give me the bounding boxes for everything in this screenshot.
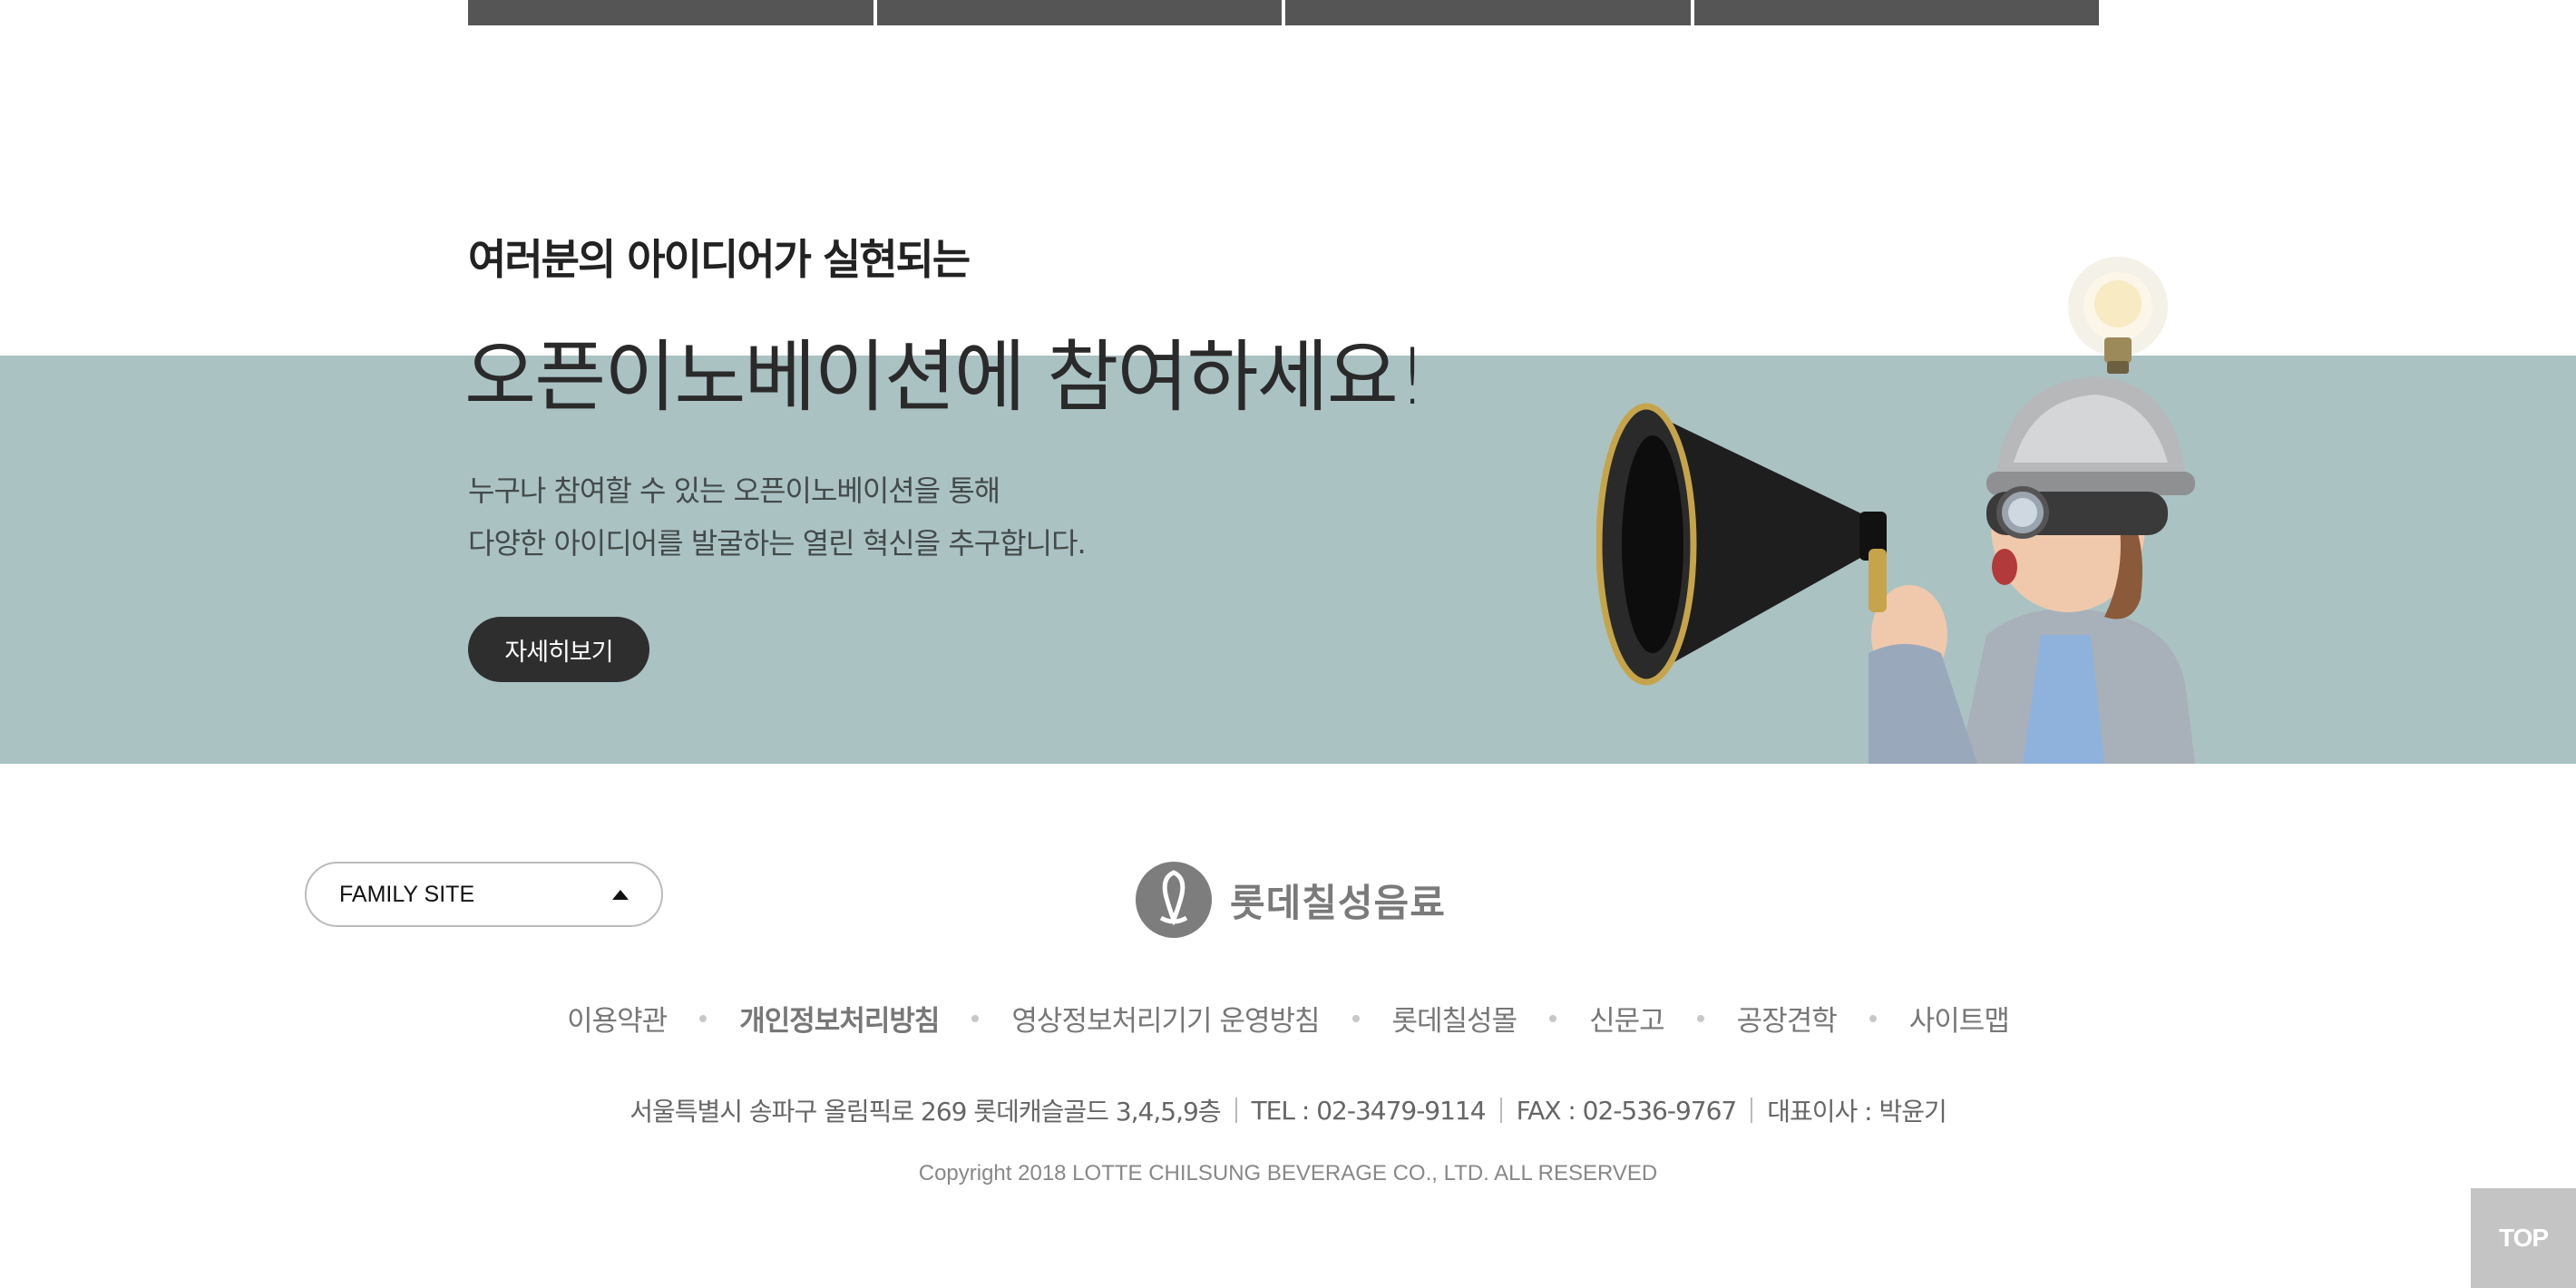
banner-description: 누구나 참여할 수 있는 오픈이노베이션을 통해 다양한 아이디어를 발굴하는 … xyxy=(468,464,1087,570)
banner-desc-line-1: 누구나 참여할 수 있는 오픈이노베이션을 통해 xyxy=(468,473,1000,508)
banner-desc-line-2: 다양한 아이디어를 발굴하는 열린 혁신을 추구합니다. xyxy=(468,526,1087,561)
family-site-label: FAMILY SITE xyxy=(339,881,475,907)
separator-dot xyxy=(1696,1014,1704,1022)
separator-dot xyxy=(1869,1014,1877,1022)
info-separator xyxy=(1499,1098,1502,1123)
separator-dot xyxy=(1351,1014,1360,1022)
company-info: 서울특별시 송파구 올림픽로 269 롯데캐슬골드 3,4,5,9층 TEL :… xyxy=(0,1092,2576,1128)
separator-dot xyxy=(1549,1014,1557,1022)
separator-dot xyxy=(971,1014,980,1022)
footer-link-terms[interactable]: 이용약관 xyxy=(567,998,668,1039)
footer-link-sinmungo[interactable]: 신문고 xyxy=(1589,998,1665,1039)
caret-up-icon xyxy=(612,889,629,900)
top-tab-1[interactable] xyxy=(468,0,873,25)
separator-dot xyxy=(699,1014,707,1022)
banner-title: 오픈이노베이션에 참여하세요! xyxy=(464,332,1428,423)
footer-link-factory-tour[interactable]: 공장견학 xyxy=(1737,998,1838,1039)
company-fax: FAX : 02-536-9767 xyxy=(1516,1095,1738,1126)
scroll-top-button[interactable]: TOP xyxy=(2471,1188,2576,1288)
top-tab-3[interactable] xyxy=(1285,0,1691,25)
company-logo[interactable]: 롯데칠성음료 xyxy=(1134,860,1446,940)
copyright: Copyright 2018 LOTTE CHILSUNG BEVERAGE C… xyxy=(918,1161,1658,1186)
top-tab-bar xyxy=(468,0,2099,25)
company-ceo: 대표이사 : 박윤기 xyxy=(1767,1097,1947,1127)
footer-links: 이용약관 개인정보처리방침 영상정보처리기기 운영방침 롯데칠성몰 신문고 공장… xyxy=(0,998,2576,1039)
family-site-select[interactable]: FAMILY SITE xyxy=(305,862,663,927)
more-details-button[interactable]: 자세히보기 xyxy=(468,617,649,682)
company-tel: TEL : 02-3479-9114 xyxy=(1251,1095,1487,1126)
top-tab-4[interactable] xyxy=(1693,0,2099,25)
footer-link-privacy[interactable]: 개인정보처리방침 xyxy=(739,998,940,1039)
info-separator xyxy=(1234,1098,1237,1123)
footer-link-sitemap[interactable]: 사이트맵 xyxy=(1909,998,2010,1039)
info-separator xyxy=(1751,1098,1753,1123)
banner-subtitle: 여러분의 아이디어가 실현되는 xyxy=(468,235,971,284)
top-tab-2[interactable] xyxy=(876,0,1282,25)
logo-text: 롯데칠성음료 xyxy=(1230,880,1446,925)
lotte-logo-icon xyxy=(1136,862,1212,938)
footer-link-cctv[interactable]: 영상정보처리기기 운영방침 xyxy=(1011,998,1320,1039)
child-megaphone-illustration xyxy=(1596,257,2195,764)
footer-link-mall[interactable]: 롯데칠성몰 xyxy=(1392,998,1518,1039)
company-address: 서울특별시 송파구 올림픽로 269 롯데캐슬골드 3,4,5,9층 xyxy=(629,1097,1221,1127)
